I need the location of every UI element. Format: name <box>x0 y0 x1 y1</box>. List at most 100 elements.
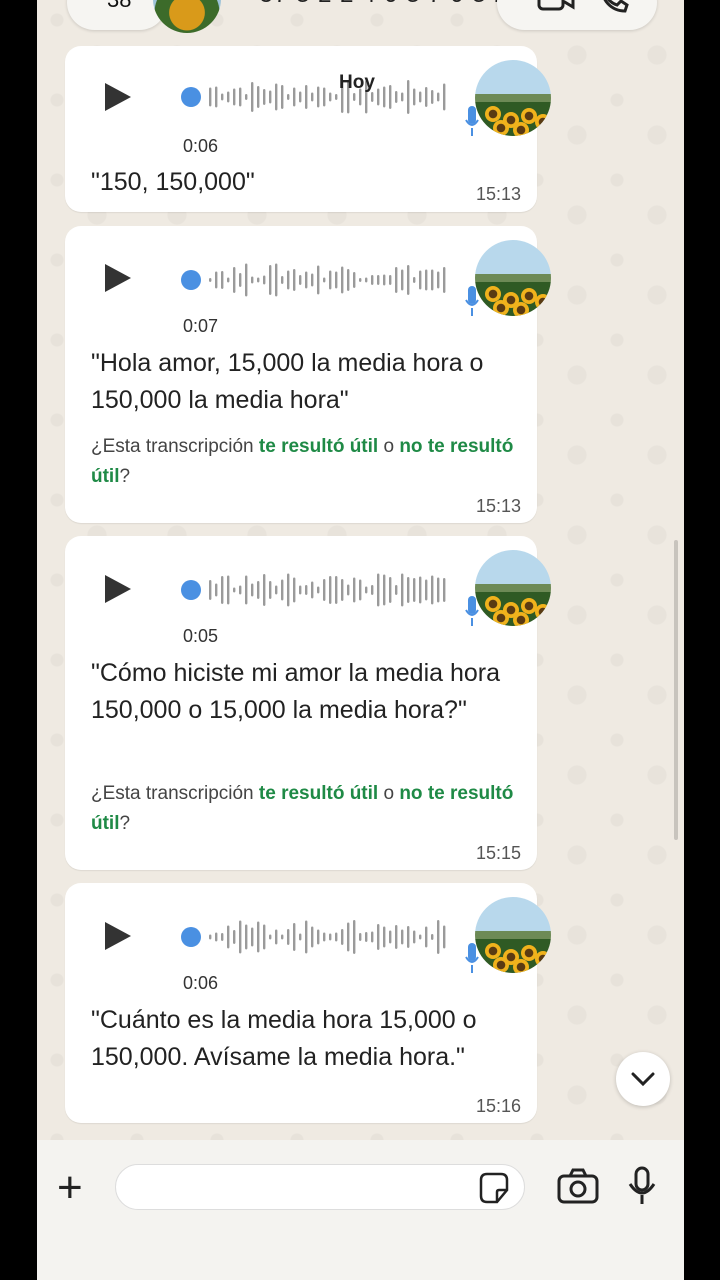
waveform-bar <box>329 576 332 604</box>
waveform-bar <box>395 925 398 949</box>
waveform-bar <box>341 266 344 294</box>
useful-link[interactable]: te resultó útil <box>259 436 378 457</box>
waveform-bar <box>335 932 338 942</box>
waveform-bar <box>365 277 368 283</box>
voice-message: 0:06 "Cuánto es la media hora 15,000 o 1… <box>65 883 551 1123</box>
chat-header: 38 + 57 3 2 2 4 0 3 7 0 3 2 7 <box>37 0 684 33</box>
waveform-bar <box>251 276 254 284</box>
back-button[interactable]: 38 <box>67 0 167 30</box>
waveform-bar <box>347 922 350 952</box>
sunflower-graphic <box>535 294 551 310</box>
waveform-bar <box>323 277 326 283</box>
audio-waveform[interactable] <box>181 77 449 117</box>
scrollbar[interactable] <box>674 540 678 840</box>
waveform-bar <box>329 933 332 941</box>
waveform-bar <box>431 934 434 940</box>
transcript-text: "Hola amor, 15,000 la media hora o 150,0… <box>91 349 484 414</box>
waveform-bar <box>245 94 248 100</box>
waveform-bar <box>413 88 416 106</box>
waveform-bar <box>287 270 290 290</box>
waveform-bar <box>335 94 338 100</box>
phone-icon[interactable] <box>597 0 631 15</box>
voice-duration: 0:06 <box>183 973 219 993</box>
audio-waveform[interactable] <box>181 570 449 610</box>
waveform-bar <box>371 585 374 595</box>
microphone-icon[interactable] <box>627 1166 657 1206</box>
waveform-bar <box>257 581 260 599</box>
scroll-down-button[interactable] <box>616 1052 670 1106</box>
waveform-bar <box>359 933 362 941</box>
audio-waveform[interactable] <box>181 260 449 300</box>
waveform-bar <box>401 573 404 607</box>
waveform-bar <box>293 577 296 603</box>
play-icon[interactable] <box>105 83 131 111</box>
waveform-bar <box>227 277 230 283</box>
waveform-bar <box>215 86 218 108</box>
sunflower-graphic <box>535 114 551 130</box>
waveform-bar <box>323 579 326 601</box>
waveform-bar <box>347 269 350 291</box>
waveform-bar <box>443 83 446 111</box>
waveform-bar <box>287 94 290 100</box>
waveform-bar <box>293 269 296 291</box>
waveform-bar <box>383 86 386 108</box>
transcript-feedback: ¿Esta transcripción te resultó útil o no… <box>91 432 521 492</box>
waveform-bar <box>419 91 422 103</box>
audio-waveform[interactable] <box>181 917 449 957</box>
waveform-bar <box>239 585 242 595</box>
waveform-bar <box>413 930 416 944</box>
chat-screen: 38 + 57 3 2 2 4 0 3 7 0 3 2 7 0:06 "150,… <box>37 0 684 1280</box>
waveform-bar <box>281 579 284 601</box>
waveform-bar <box>287 573 290 607</box>
waveform-bar <box>437 92 440 102</box>
waveform-bar <box>401 269 404 291</box>
waveform-bar <box>323 932 326 942</box>
waveform-bar <box>227 575 230 605</box>
voice-duration: 0:05 <box>183 626 219 646</box>
feedback-middle: o <box>378 783 400 804</box>
waveform-bar <box>413 277 416 283</box>
useful-link[interactable]: te resultó útil <box>259 783 378 804</box>
contact-avatar[interactable] <box>153 0 221 33</box>
voice-message: 0:05 "Cómo hiciste mi amor la media hora… <box>65 536 551 870</box>
waveform-bar <box>275 929 278 945</box>
waveform-bar <box>419 576 422 604</box>
transcript-text: "150, 150,000" <box>91 168 255 196</box>
waveform-bar <box>431 269 434 291</box>
waveform-bar <box>263 924 266 950</box>
camera-icon[interactable] <box>557 1168 599 1204</box>
waveform-bar <box>263 89 266 105</box>
waveform-bar <box>275 263 278 297</box>
waveform-bar <box>209 580 212 600</box>
waveform-bar <box>407 265 410 295</box>
waveform-bar <box>257 86 260 108</box>
waveform-bar <box>251 927 254 947</box>
waveform-bar <box>329 92 332 102</box>
waveform-bar <box>251 82 254 112</box>
contact-name[interactable]: + 57 3 2 2 4 0 3 7 0 3 2 7 <box>237 0 531 9</box>
waveform-bar <box>407 577 410 603</box>
waveform-bar <box>287 929 290 945</box>
sunflower-graphic <box>493 300 509 316</box>
sticker-icon[interactable] <box>477 1172 511 1204</box>
video-call-icon[interactable] <box>537 0 577 15</box>
play-icon[interactable] <box>105 264 131 292</box>
waveform-bar <box>389 930 392 944</box>
feedback-middle: o <box>378 436 400 457</box>
waveform-bar <box>425 579 428 601</box>
waveform-bar <box>233 587 236 593</box>
waveform-bar <box>377 924 380 950</box>
message-time: 15:13 <box>475 496 521 516</box>
message-input[interactable] <box>115 1164 525 1210</box>
plus-icon[interactable]: + <box>57 1166 83 1210</box>
play-icon[interactable] <box>105 922 131 950</box>
transcript-text: "Cómo hiciste mi amor la media hora 150,… <box>91 659 501 724</box>
feedback-suffix: ? <box>119 813 131 834</box>
waveform-bar <box>407 926 410 948</box>
waveform-bar <box>293 923 296 951</box>
play-icon[interactable] <box>105 575 131 603</box>
sunflower-graphic <box>513 959 529 973</box>
transcript-text: "Cuánto es la media hora 15,000 o 150,00… <box>91 1006 477 1071</box>
waveform-bar <box>437 920 440 954</box>
waveform-bar <box>233 267 236 293</box>
